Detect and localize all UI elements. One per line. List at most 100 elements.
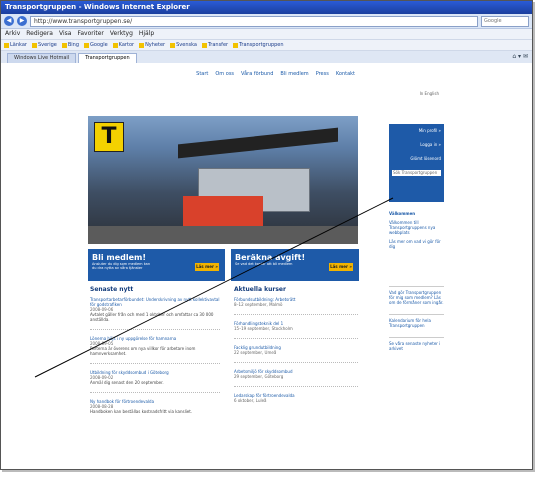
courses-title: Aktuella kurser <box>234 286 286 293</box>
crane-shape <box>178 127 338 159</box>
forward-icon[interactable]: ▶ <box>17 16 27 26</box>
profile-link[interactable]: Min profil » <box>392 128 441 133</box>
item-body: Handboken kan beställas kostnadsfritt vi… <box>90 409 193 414</box>
star-icon <box>31 42 37 48</box>
divider <box>234 386 358 387</box>
fav-link[interactable]: Sverige <box>31 40 57 50</box>
login-box: Min profil » Logga in » Glömt lösenord S… <box>389 124 444 202</box>
divider <box>90 363 220 364</box>
favorites-bar: Länkar Sverige Bing Google Kartor Nyhete… <box>1 40 532 51</box>
menu-view[interactable]: Visa <box>59 29 71 39</box>
menu-file[interactable]: Arkiv <box>5 29 20 39</box>
nav-contact[interactable]: Kontakt <box>336 71 355 81</box>
list-item[interactable]: Transportarbetarförbundet: Underskrivnin… <box>90 297 220 322</box>
item-headline[interactable]: Transportarbetarförbundet: Underskrivnin… <box>90 297 220 307</box>
read-more-button[interactable]: Läs mer » <box>195 263 219 271</box>
fav-link[interactable]: Bing <box>61 40 79 50</box>
info-box[interactable]: Se våra senaste nyheter i arkivet <box>389 337 444 351</box>
list-item[interactable]: Ledarskap för förtroendevalda 6 oktober,… <box>234 393 358 403</box>
star-icon <box>4 42 9 48</box>
menu-help[interactable]: Hjälp <box>139 29 154 39</box>
read-more-button[interactable]: Läs mer » <box>329 263 353 271</box>
info-box[interactable]: Kalendarium för hela Transportgruppen <box>389 314 444 328</box>
course-meta: 8–12 september, Malmö <box>234 302 283 307</box>
tab-transportgruppen[interactable]: Transportgruppen <box>78 53 137 63</box>
transportgruppen-logo[interactable]: T <box>94 122 124 152</box>
divider <box>234 338 358 339</box>
hero-image: T <box>88 116 358 244</box>
fav-link[interactable]: Nyheter <box>139 40 165 50</box>
banner-join[interactable]: Bli medlem! Ansluter du dig som medlem k… <box>88 249 225 281</box>
info-box[interactable]: Vad gör Transportgruppen för mig som med… <box>389 286 444 305</box>
item-body: Avtalet gäller från och med 1 oktober oc… <box>90 312 214 322</box>
course-meta: 29 september, Göteborg <box>234 374 284 379</box>
banner-title: Beräkna avgift! <box>235 253 306 262</box>
list-item[interactable]: Förhandlingsteknik del 1 15–19 september… <box>234 321 358 331</box>
fav-link[interactable]: Länkar <box>4 40 27 50</box>
page-content: Start Om oss Våra förbund Bli medlem Pre… <box>1 63 532 469</box>
star-icon <box>170 42 176 48</box>
list-item[interactable]: Facklig grundutbildning 22 september, Um… <box>234 345 358 355</box>
menu-edit[interactable]: Redigera <box>26 29 53 39</box>
list-item[interactable]: Ny handbok för förtroendevalda 2008-08-2… <box>90 399 220 414</box>
menu-tools[interactable]: Verktyg <box>110 29 133 39</box>
star-icon <box>139 42 145 48</box>
forgot-password-link[interactable]: Glömt lösenord <box>392 156 441 161</box>
window-title: Transportgruppen - Windows Internet Expl… <box>1 1 532 14</box>
divider <box>234 314 358 315</box>
banner-title: Bli medlem! <box>92 253 147 262</box>
search-input[interactable]: Google <box>481 15 529 27</box>
fav-link[interactable]: Transfer <box>201 40 228 50</box>
menu-bar: Arkiv Redigera Visa Favoriter Verktyg Hj… <box>1 29 532 40</box>
sidebar-news: Välkommen Välkommen till Transportgruppe… <box>389 211 444 253</box>
nav-about[interactable]: Om oss <box>215 71 234 81</box>
fav-link[interactable]: Google <box>84 40 108 50</box>
divider <box>90 329 220 330</box>
star-icon <box>61 42 67 48</box>
item-body: Anmäl dig senast den 20 september. <box>90 380 164 385</box>
fav-link[interactable]: Kartor <box>112 40 134 50</box>
url-input[interactable]: http://www.transportgruppen.se/ <box>30 15 478 27</box>
star-icon <box>84 42 90 48</box>
home-icon[interactable]: ⌂ ▾ ✉ <box>512 53 528 60</box>
banner-subtitle: Ansluter du dig som medlem kan du dra ny… <box>92 262 151 270</box>
divider <box>234 362 358 363</box>
sidebar-news-text[interactable]: Läs mer om vad vi gör för dig <box>389 239 444 249</box>
back-icon[interactable]: ◀ <box>4 16 14 26</box>
fav-link[interactable]: Transportgruppen <box>233 40 284 50</box>
banner-fee[interactable]: Beräkna avgift! Se vad det kostar att bl… <box>231 249 359 281</box>
site-nav: Start Om oss Våra förbund Bli medlem Pre… <box>88 71 445 81</box>
menu-favorites[interactable]: Favoriter <box>77 29 103 39</box>
address-bar: ◀ ▶ http://www.transportgruppen.se/ Goog… <box>1 14 532 29</box>
nav-unions[interactable]: Våra förbund <box>241 71 273 81</box>
nav-press[interactable]: Press <box>316 71 329 81</box>
star-icon <box>201 42 207 48</box>
latest-news-title: Senaste nytt <box>90 286 134 293</box>
sidebar-news-text[interactable]: Välkommen till Transportgruppens nya web… <box>389 220 444 235</box>
latest-news-list: Transportarbetarförbundet: Underskrivnin… <box>90 297 220 421</box>
list-item[interactable]: Utbildning för skyddsombud i Göteborg 20… <box>90 370 220 385</box>
login-link[interactable]: Logga in » <box>392 142 441 147</box>
ground-shape <box>88 226 358 244</box>
site-search-input[interactable]: Sök Transportgruppen <box>392 170 441 176</box>
course-meta: 15–19 september, Stockholm <box>234 326 293 331</box>
divider <box>90 392 220 393</box>
sidebar-news-title: Välkommen <box>389 211 416 216</box>
list-item[interactable]: Arbetsmiljö för skyddsombud 29 september… <box>234 369 358 379</box>
site-container: Start Om oss Våra förbund Bli medlem Pre… <box>88 71 445 414</box>
browser-window: Transportgruppen - Windows Internet Expl… <box>0 0 533 470</box>
fav-link[interactable]: Svenska <box>170 40 197 50</box>
star-icon <box>233 42 239 48</box>
item-body: Parterna är överens om nya villkor för a… <box>90 346 196 356</box>
language-link[interactable]: In English <box>420 91 439 96</box>
nav-start[interactable]: Start <box>196 71 208 81</box>
star-icon <box>112 42 118 48</box>
course-meta: 22 september, Umeå <box>234 350 277 355</box>
right-info-column: Vad gör Transportgruppen för mig som med… <box>389 286 444 360</box>
list-item[interactable]: Förbundsutbildning: Arbetsrätt 8–12 sept… <box>234 297 358 307</box>
tab-hotmail[interactable]: Windows Live Hotmail <box>7 53 77 63</box>
list-item[interactable]: Lönerna höjs i ny uppgörelse för hamnarn… <box>90 336 220 356</box>
courses-list: Förbundsutbildning: Arbetsrätt 8–12 sept… <box>234 297 358 410</box>
course-meta: 6 oktober, Luleå <box>234 398 267 403</box>
nav-join[interactable]: Bli medlem <box>280 71 308 81</box>
